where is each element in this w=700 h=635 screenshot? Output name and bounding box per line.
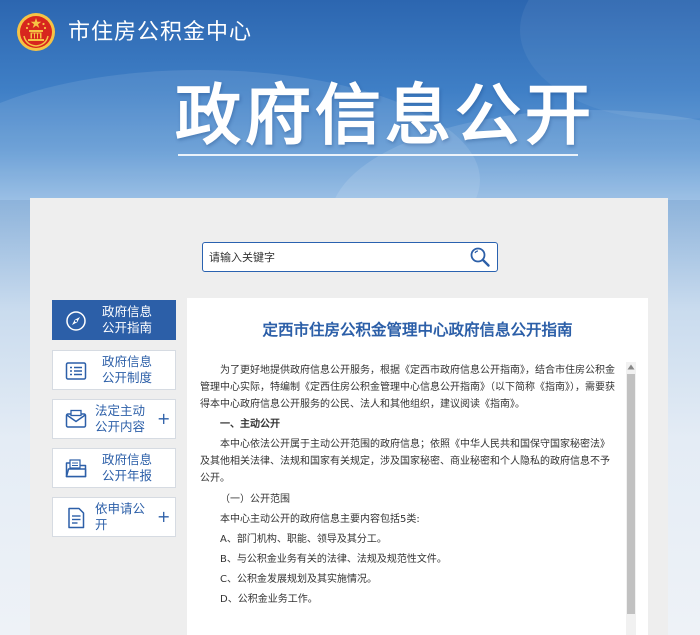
list-icon: [65, 362, 87, 380]
scroll-up-arrow-icon[interactable]: [626, 364, 636, 372]
scrollbar-thumb[interactable]: [627, 374, 635, 614]
section-paragraph: 本中心依法公开属于主动公开范围的政府信息；依照《中华人民共和国保守国家秘密法》及…: [200, 439, 610, 484]
section-heading: 一、主动公开: [220, 419, 280, 430]
banner-title: 政府信息公开: [175, 77, 595, 154]
sidebar-item-guide[interactable]: 政府信息 公开指南: [52, 300, 176, 340]
national-emblem-icon[interactable]: [16, 12, 56, 52]
compass-icon: [66, 311, 86, 331]
list-item: C、公积金发展规划及其实施情况。: [220, 574, 377, 585]
content-scrollbar[interactable]: [626, 362, 636, 635]
expand-plus-icon[interactable]: +: [157, 410, 170, 428]
list-item: A、部门机构、职能、领导及其分工。: [220, 534, 387, 545]
sidebar-item-label: 依申请公 开: [95, 501, 146, 532]
list-item: D、公积金业务工作。: [220, 594, 318, 605]
sidebar-item-annual-report[interactable]: 政府信息 公开年报: [52, 448, 176, 488]
subsection-heading: （一）公开范围: [220, 494, 290, 505]
sidebar-item-system[interactable]: 政府信息 公开制度: [52, 350, 176, 390]
banner-underline: [178, 154, 578, 156]
sidebar-item-label: 法定主动 公开内容: [95, 403, 146, 434]
document-icon: [68, 507, 85, 529]
search-box: [202, 242, 498, 272]
document-body: 为了更好地提供政府信息公开服务，根据《定西市政府信息公开指南》，结合市住房公积金…: [200, 362, 616, 610]
search-button[interactable]: [465, 244, 495, 270]
sidebar-item-label: 政府信息 公开制度: [101, 354, 152, 385]
site-name[interactable]: 市住房公积金中心: [68, 18, 252, 48]
sidebar-item-label: 政府信息 公开指南: [101, 304, 152, 335]
site-header: 市住房公积金中心 政府信息公开: [0, 0, 700, 200]
document-title: 定西市住房公积金管理中心政府信息公开指南: [262, 321, 573, 339]
sidebar-item-label: 政府信息 公开年报: [101, 452, 152, 483]
envelope-icon: [65, 409, 87, 428]
sidebar-item-on-request[interactable]: 依申请公 开 +: [52, 497, 176, 537]
list-item: B、与公积金业务有关的法律、法规及规范性文件。: [220, 554, 447, 565]
search-icon: [470, 247, 490, 267]
folder-icon: [65, 459, 87, 478]
intro-paragraph: 为了更好地提供政府信息公开服务，根据《定西市政府信息公开指南》，结合市住房公积金…: [200, 365, 615, 410]
expand-plus-icon[interactable]: +: [157, 508, 170, 526]
sidebar-item-active-disclosure[interactable]: 法定主动 公开内容 +: [52, 399, 176, 439]
subsection-paragraph: 本中心主动公开的政府信息主要内容包括5类:: [220, 514, 420, 525]
search-input[interactable]: [209, 247, 459, 267]
